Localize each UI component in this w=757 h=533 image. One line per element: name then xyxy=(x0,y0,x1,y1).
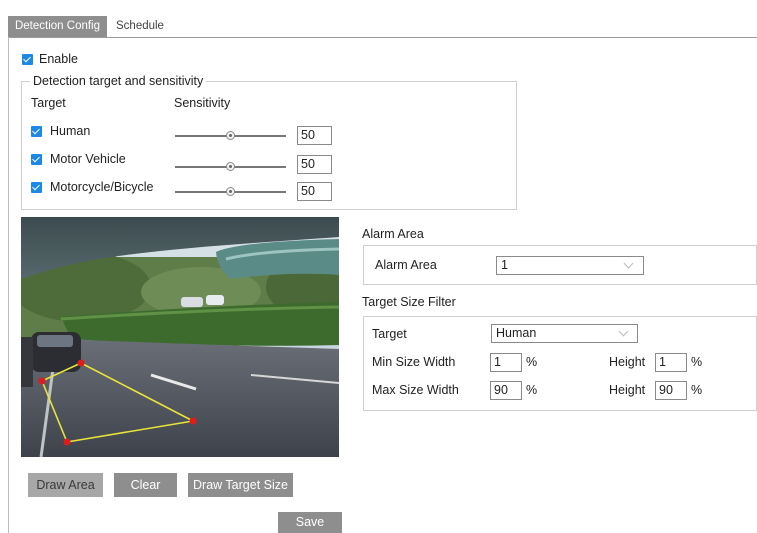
alarm-area-title: Alarm Area xyxy=(362,227,424,241)
target-size-filter-title: Target Size Filter xyxy=(362,295,456,309)
tab-bar: Detection Config Schedule xyxy=(8,16,757,38)
max-size-width-label: Max Size Width xyxy=(372,383,459,397)
target-column-header: Target xyxy=(31,96,66,110)
max-height-unit: % xyxy=(691,383,703,397)
motorcycle-bicycle-checkbox[interactable] xyxy=(31,182,42,193)
human-label: Human xyxy=(50,124,91,138)
chevron-down-icon xyxy=(623,258,634,269)
area-vertex xyxy=(77,359,85,367)
save-button[interactable]: Save xyxy=(278,512,342,533)
max-width-unit: % xyxy=(526,383,538,397)
camera-scene-image xyxy=(21,217,339,457)
filter-target-label: Target xyxy=(372,327,407,341)
chevron-down-icon xyxy=(618,326,629,337)
motorcycle-bicycle-sensitivity-input[interactable]: 50 xyxy=(297,182,332,201)
motor-vehicle-label: Motor Vehicle xyxy=(50,152,126,166)
tab-schedule[interactable]: Schedule xyxy=(116,16,164,37)
motorcycle-bicycle-label: Motorcycle/Bicycle xyxy=(50,180,154,194)
human-checkbox[interactable] xyxy=(31,126,42,137)
min-size-width-label: Min Size Width xyxy=(372,355,456,369)
area-vertex xyxy=(38,377,46,385)
area-vertex xyxy=(63,438,71,446)
motorcycle-bicycle-slider-handle[interactable] xyxy=(226,187,235,196)
min-height-unit: % xyxy=(691,355,703,369)
max-height-label: Height xyxy=(609,383,646,397)
motor-vehicle-sensitivity-input[interactable]: 50 xyxy=(297,155,332,174)
sensitivity-column-header: Sensitivity xyxy=(174,96,231,110)
motor-vehicle-slider-handle[interactable] xyxy=(226,162,235,171)
min-size-width-input[interactable]: 1 xyxy=(490,353,522,372)
min-width-unit: % xyxy=(526,355,538,369)
filter-target-value: Human xyxy=(496,326,537,340)
left-border xyxy=(8,37,9,533)
filter-target-select[interactable]: Human xyxy=(491,324,638,343)
clear-button[interactable]: Clear xyxy=(114,473,177,497)
max-size-width-input[interactable]: 90 xyxy=(490,381,522,400)
area-vertex xyxy=(189,417,197,425)
min-height-label: Height xyxy=(609,355,646,369)
enable-checkbox[interactable] xyxy=(22,54,33,65)
alarm-area-select[interactable]: 1 xyxy=(496,256,644,275)
camera-preview[interactable] xyxy=(21,217,339,457)
enable-label: Enable xyxy=(39,52,78,66)
draw-area-button[interactable]: Draw Area xyxy=(28,473,103,497)
alarm-area-label: Alarm Area xyxy=(375,258,437,272)
tab-detection-config[interactable]: Detection Config xyxy=(8,16,107,37)
draw-target-size-button[interactable]: Draw Target Size xyxy=(188,473,293,497)
motor-vehicle-checkbox[interactable] xyxy=(31,154,42,165)
alarm-area-select-value: 1 xyxy=(501,258,508,272)
min-size-height-input[interactable]: 1 xyxy=(655,353,687,372)
human-sensitivity-input[interactable]: 50 xyxy=(297,126,332,145)
human-slider-handle[interactable] xyxy=(226,131,235,140)
max-size-height-input[interactable]: 90 xyxy=(655,381,687,400)
sensitivity-legend: Detection target and sensitivity xyxy=(30,74,207,88)
